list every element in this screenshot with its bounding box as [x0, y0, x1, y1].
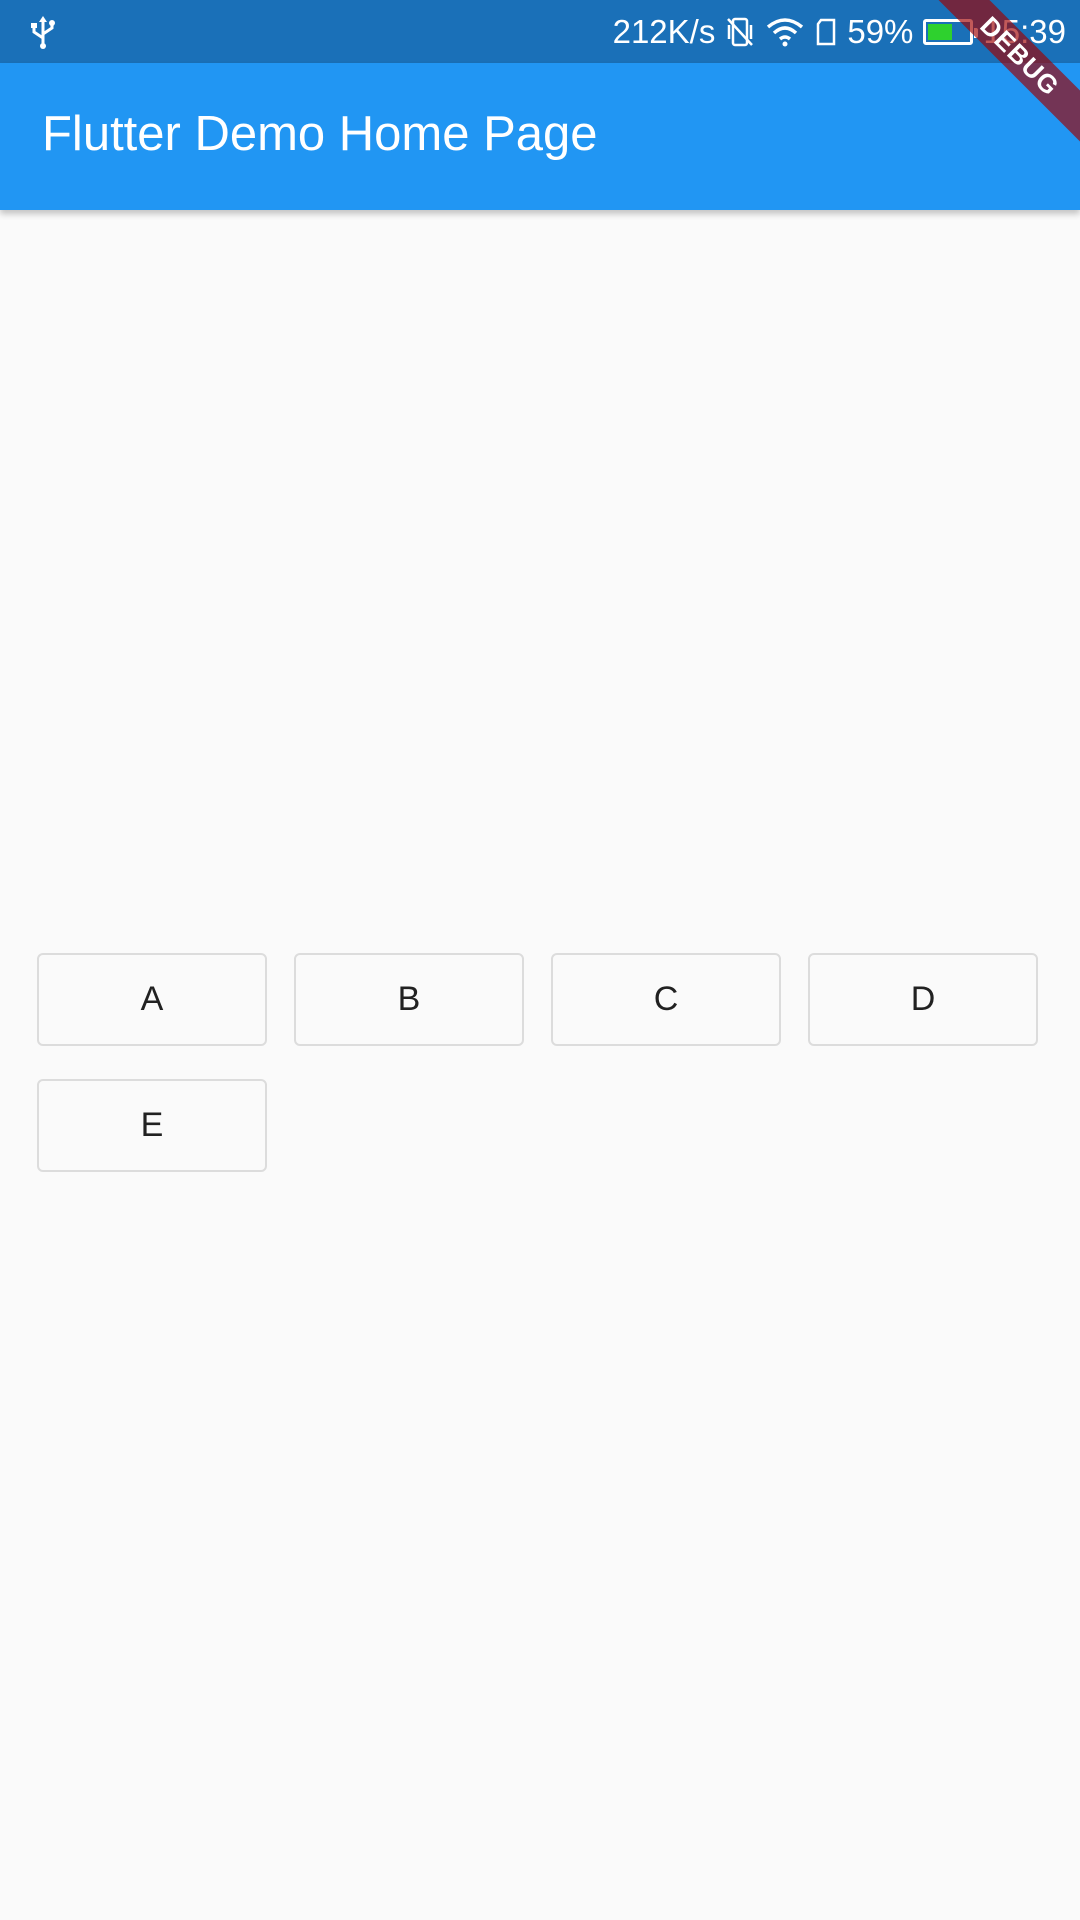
status-right-group: 212K/s 59% 15:39: [613, 0, 1066, 63]
clock: 15:39: [983, 12, 1066, 50]
app-bar: Flutter Demo Home Page: [0, 63, 1080, 210]
battery-level-fill: [928, 23, 952, 40]
button-b[interactable]: B: [294, 953, 524, 1046]
net-speed: 212K/s: [612, 12, 716, 50]
usb-icon: [31, 16, 55, 49]
button-a[interactable]: A: [37, 953, 267, 1046]
button-d[interactable]: D: [808, 953, 1038, 1046]
vibrate-icon: [727, 17, 754, 46]
battery-percent: 59%: [847, 12, 914, 50]
page-title: Flutter Demo Home Page: [42, 107, 598, 161]
button-c[interactable]: C: [551, 953, 781, 1046]
battery-icon: [923, 18, 979, 45]
sim-icon: [817, 18, 836, 45]
status-bar: 212K/s 59% 15:39: [0, 0, 1080, 63]
wifi-icon: [767, 17, 804, 46]
button-e[interactable]: E: [37, 1079, 267, 1172]
